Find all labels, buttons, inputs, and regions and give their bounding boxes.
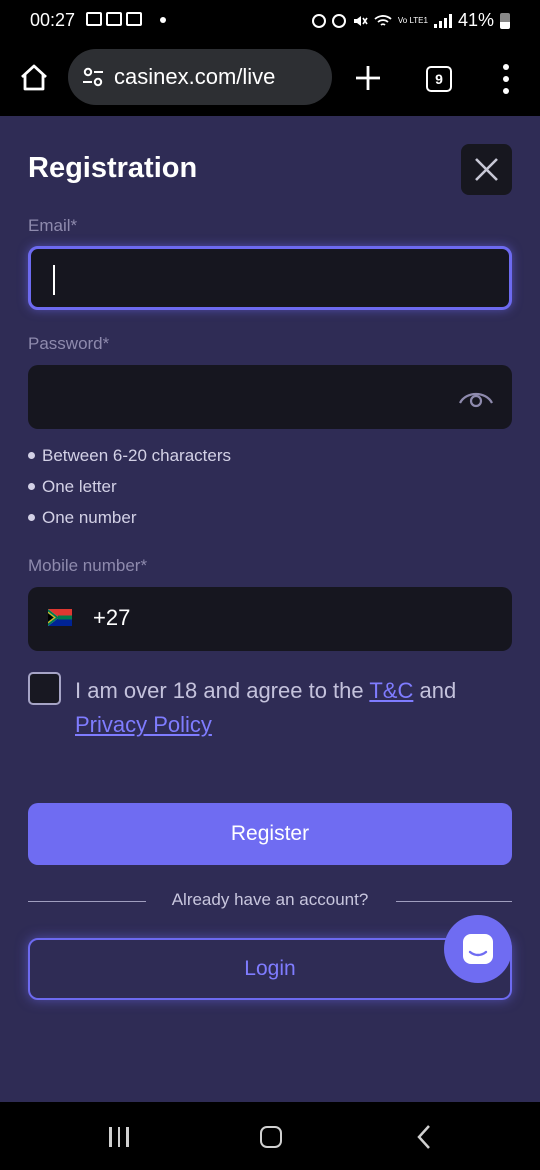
calendar-notification-icon: [86, 12, 102, 26]
home-nav-icon[interactable]: [260, 1126, 282, 1148]
network-type: Vo LTE1: [397, 15, 428, 25]
more-vert-icon[interactable]: [502, 64, 510, 94]
password-label: Password*: [28, 334, 110, 353]
mobile-number-field[interactable]: +27: [28, 587, 512, 651]
agree-text: I am over 18 and agree to the: [75, 678, 370, 703]
wifi-icon: [374, 14, 392, 26]
divider-text: Already have an account?: [161, 890, 379, 909]
rule-text: One letter: [42, 476, 117, 496]
login-button[interactable]: Login: [28, 938, 512, 1000]
divider: Already have an account?: [0, 890, 540, 910]
recents-icon[interactable]: [109, 1127, 129, 1147]
email-field[interactable]: [28, 246, 512, 310]
site-settings-icon[interactable]: [82, 67, 104, 87]
url-text: casinex.com/live: [114, 64, 276, 89]
image-notification-icon: [126, 12, 142, 26]
register-button[interactable]: Register: [28, 803, 512, 865]
and-text: and: [413, 678, 457, 703]
eye-icon[interactable]: [458, 385, 494, 409]
rule-text: One number: [42, 507, 137, 527]
tc-link[interactable]: T&C: [369, 678, 413, 703]
page-title: Registration: [28, 152, 198, 184]
more-notifications-dot: [160, 17, 166, 23]
country-code: +27: [93, 605, 131, 630]
password-rule: One number: [28, 502, 231, 533]
password-rules: Between 6-20 characters One letter One n…: [28, 440, 231, 533]
mute-icon: [353, 15, 368, 26]
signal-icon: [433, 13, 452, 28]
alarm-icon: [331, 13, 346, 28]
notification-icons: [86, 12, 142, 26]
tabs-icon[interactable]: 9: [426, 66, 452, 92]
address-bar[interactable]: casinex.com/live: [68, 49, 332, 105]
south-africa-flag-icon[interactable]: [48, 609, 72, 626]
close-icon: [475, 158, 498, 181]
privacy-policy-link[interactable]: Privacy Policy: [75, 712, 212, 737]
registration-page: Registration Email* Password* Between 6-…: [0, 116, 540, 1102]
age-consent-checkbox[interactable]: [28, 672, 61, 705]
home-icon[interactable]: [18, 62, 50, 94]
system-nav-bar: [0, 1102, 540, 1170]
battery-percent: 41%: [457, 10, 494, 30]
chat-icon: [463, 934, 493, 964]
browser-toolbar: casinex.com/live 9: [0, 40, 540, 116]
close-button[interactable]: [461, 144, 512, 195]
password-field[interactable]: [28, 365, 512, 429]
laptop-notification-icon: [106, 12, 122, 26]
lock-icon: [311, 13, 326, 28]
plus-icon[interactable]: [354, 64, 382, 92]
rule-text: Between 6-20 characters: [42, 445, 231, 465]
status-time: 00:27: [30, 10, 76, 30]
battery-icon: [500, 12, 510, 29]
chat-button[interactable]: [444, 915, 512, 983]
status-right: Vo LTE1 41%: [311, 10, 510, 31]
tab-count: 9: [435, 71, 443, 87]
password-rule: Between 6-20 characters: [28, 440, 231, 471]
text-caret: [53, 265, 55, 295]
consent-text: I am over 18 and agree to the T&C and Pr…: [75, 674, 515, 742]
mobile-label: Mobile number*: [28, 556, 148, 575]
status-bar: 00:27 Vo LTE1 41%: [0, 0, 540, 40]
back-icon[interactable]: [416, 1124, 432, 1150]
password-rule: One letter: [28, 471, 231, 502]
email-label: Email*: [28, 216, 78, 235]
